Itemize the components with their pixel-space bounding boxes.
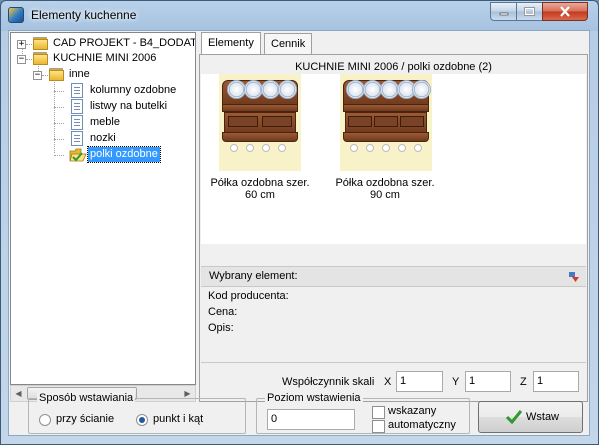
bottom-controls: Sposób wstawiania przy ścianie punkt i k… <box>10 391 588 435</box>
elements-pane: KUCHNIE MINI 2006 / polki ozdobne (2) Pó… <box>199 54 588 402</box>
document-icon <box>71 131 83 146</box>
client-area: + CAD PROJEKT - B4_DODATI − KUCHNIE MINI… <box>8 30 590 436</box>
document-icon <box>71 83 83 98</box>
insert-level-legend: Poziom wstawienia <box>265 391 363 405</box>
description-label: Opis: <box>208 322 234 334</box>
catalog-items: Półka ozdobna szer. 60 cm Półka ozdobna … <box>201 74 586 244</box>
tree-node-listwy[interactable]: listwy na butelki <box>11 99 195 115</box>
title-bar[interactable]: Elementy kuchenne <box>1 1 598 30</box>
open-folder-icon <box>69 148 87 162</box>
category-tree[interactable]: + CAD PROJEKT - B4_DODATI − KUCHNIE MINI… <box>10 32 196 385</box>
producer-code-label: Kod producenta: <box>208 290 289 302</box>
scale-y-label: Y <box>452 376 460 388</box>
scale-x-input[interactable]: 1 <box>396 371 443 392</box>
tree-node-label: meble <box>90 116 120 128</box>
minimize-button[interactable] <box>490 2 517 21</box>
tree-node-polki-ozdobne[interactable]: polki ozdobne <box>11 146 195 163</box>
maximize-icon <box>524 7 535 16</box>
radio-przy-scianie[interactable] <box>39 414 51 426</box>
tree-node-nozki[interactable]: nozki <box>11 131 195 147</box>
tree-node-kolumny[interactable]: kolumny ozdobne <box>11 83 195 99</box>
tree-node-meble[interactable]: meble <box>11 115 195 131</box>
item-label: Półka ozdobna szer. 90 cm <box>335 177 435 201</box>
tree-node-label: nozki <box>90 132 116 144</box>
scale-x-label: X <box>384 376 392 388</box>
document-icon <box>71 99 83 114</box>
checkbox-label: automatyczny <box>388 419 456 431</box>
insert-mode-group: Sposób wstawiania przy ścianie punkt i k… <box>28 391 246 434</box>
collapse-icon[interactable]: − <box>17 55 26 64</box>
checkbox-label: wskazany <box>388 405 437 417</box>
app-icon <box>8 7 24 23</box>
insert-button-label: Wstaw <box>526 411 559 423</box>
close-icon <box>560 6 570 17</box>
close-button[interactable] <box>542 2 588 21</box>
document-icon <box>71 115 83 130</box>
tree-node-inne[interactable]: − inne <box>11 67 195 83</box>
scale-z-label: Z <box>520 376 527 388</box>
radio-label: przy ścianie <box>56 413 115 425</box>
tab-cennik[interactable]: Cennik <box>264 33 313 54</box>
scroll-left-icon[interactable]: ◀ <box>11 386 26 401</box>
tree-node-label: inne <box>69 68 90 80</box>
scale-z-input[interactable]: 1 <box>533 371 579 392</box>
catalog-caption: KUCHNIE MINI 2006 / polki ozdobne (2) <box>295 61 492 73</box>
insert-level-group: Poziom wstawienia 0 wskazany automatyczn… <box>256 391 470 434</box>
checkbox-automatyczny[interactable] <box>372 420 385 433</box>
minimize-icon <box>499 12 508 15</box>
radio-punkt-i-kat[interactable] <box>136 414 148 426</box>
scale-row: Współczynnik skali X 1 Y 1 Z 1 <box>201 362 586 402</box>
shelf-90-thumbnail <box>340 74 432 171</box>
right-panel: Elementy Cennik KUCHNIE MINI 2006 / polk… <box>199 32 588 402</box>
tree-node-cad-projekt[interactable]: + CAD PROJEKT - B4_DODATI <box>11 36 196 52</box>
radio-label: punkt i kąt <box>153 413 204 425</box>
folder-icon <box>49 68 65 81</box>
checkmark-icon <box>506 410 522 424</box>
tree-node-label: KUCHNIE MINI 2006 <box>53 52 157 64</box>
tree-node-label: listwy na butelki <box>90 100 168 112</box>
folder-icon <box>33 52 49 65</box>
tree-node-label: CAD PROJEKT - B4_DODATI <box>53 37 196 49</box>
maximize-button[interactable] <box>516 2 543 21</box>
scale-label: Współczynnik skali <box>282 376 375 388</box>
collapse-icon[interactable]: − <box>33 71 42 80</box>
tree-node-kuchnie-mini[interactable]: − KUCHNIE MINI 2006 <box>11 51 195 67</box>
insert-level-input[interactable]: 0 <box>267 409 355 430</box>
insert-button[interactable]: Wstaw <box>478 401 583 433</box>
price-label: Cena: <box>208 306 238 318</box>
expand-icon[interactable]: + <box>17 40 26 49</box>
tab-strip: Elementy Cennik <box>199 32 588 55</box>
shelf-60-thumbnail <box>219 74 301 171</box>
scale-y-input[interactable]: 1 <box>465 371 511 392</box>
insert-mode-legend: Sposób wstawiania <box>37 391 136 405</box>
tree-node-label: polki ozdobne <box>87 146 161 163</box>
checkbox-wskazany[interactable] <box>372 406 385 419</box>
main-window: Elementy kuchenne + CAD PROJEKT - B4_DOD… <box>0 0 599 445</box>
selected-element-label: Wybrany element: <box>209 270 298 282</box>
selected-element-header: Wybrany element: <box>201 266 586 287</box>
collapse-arrow-icon[interactable] <box>569 272 579 282</box>
folder-icon <box>33 37 49 50</box>
tree-node-label: kolumny ozdobne <box>90 84 177 96</box>
window-title: Elementy kuchenne <box>31 8 137 22</box>
tab-elementy[interactable]: Elementy <box>201 32 261 55</box>
item-label: Półka ozdobna szer. 60 cm <box>210 177 310 201</box>
